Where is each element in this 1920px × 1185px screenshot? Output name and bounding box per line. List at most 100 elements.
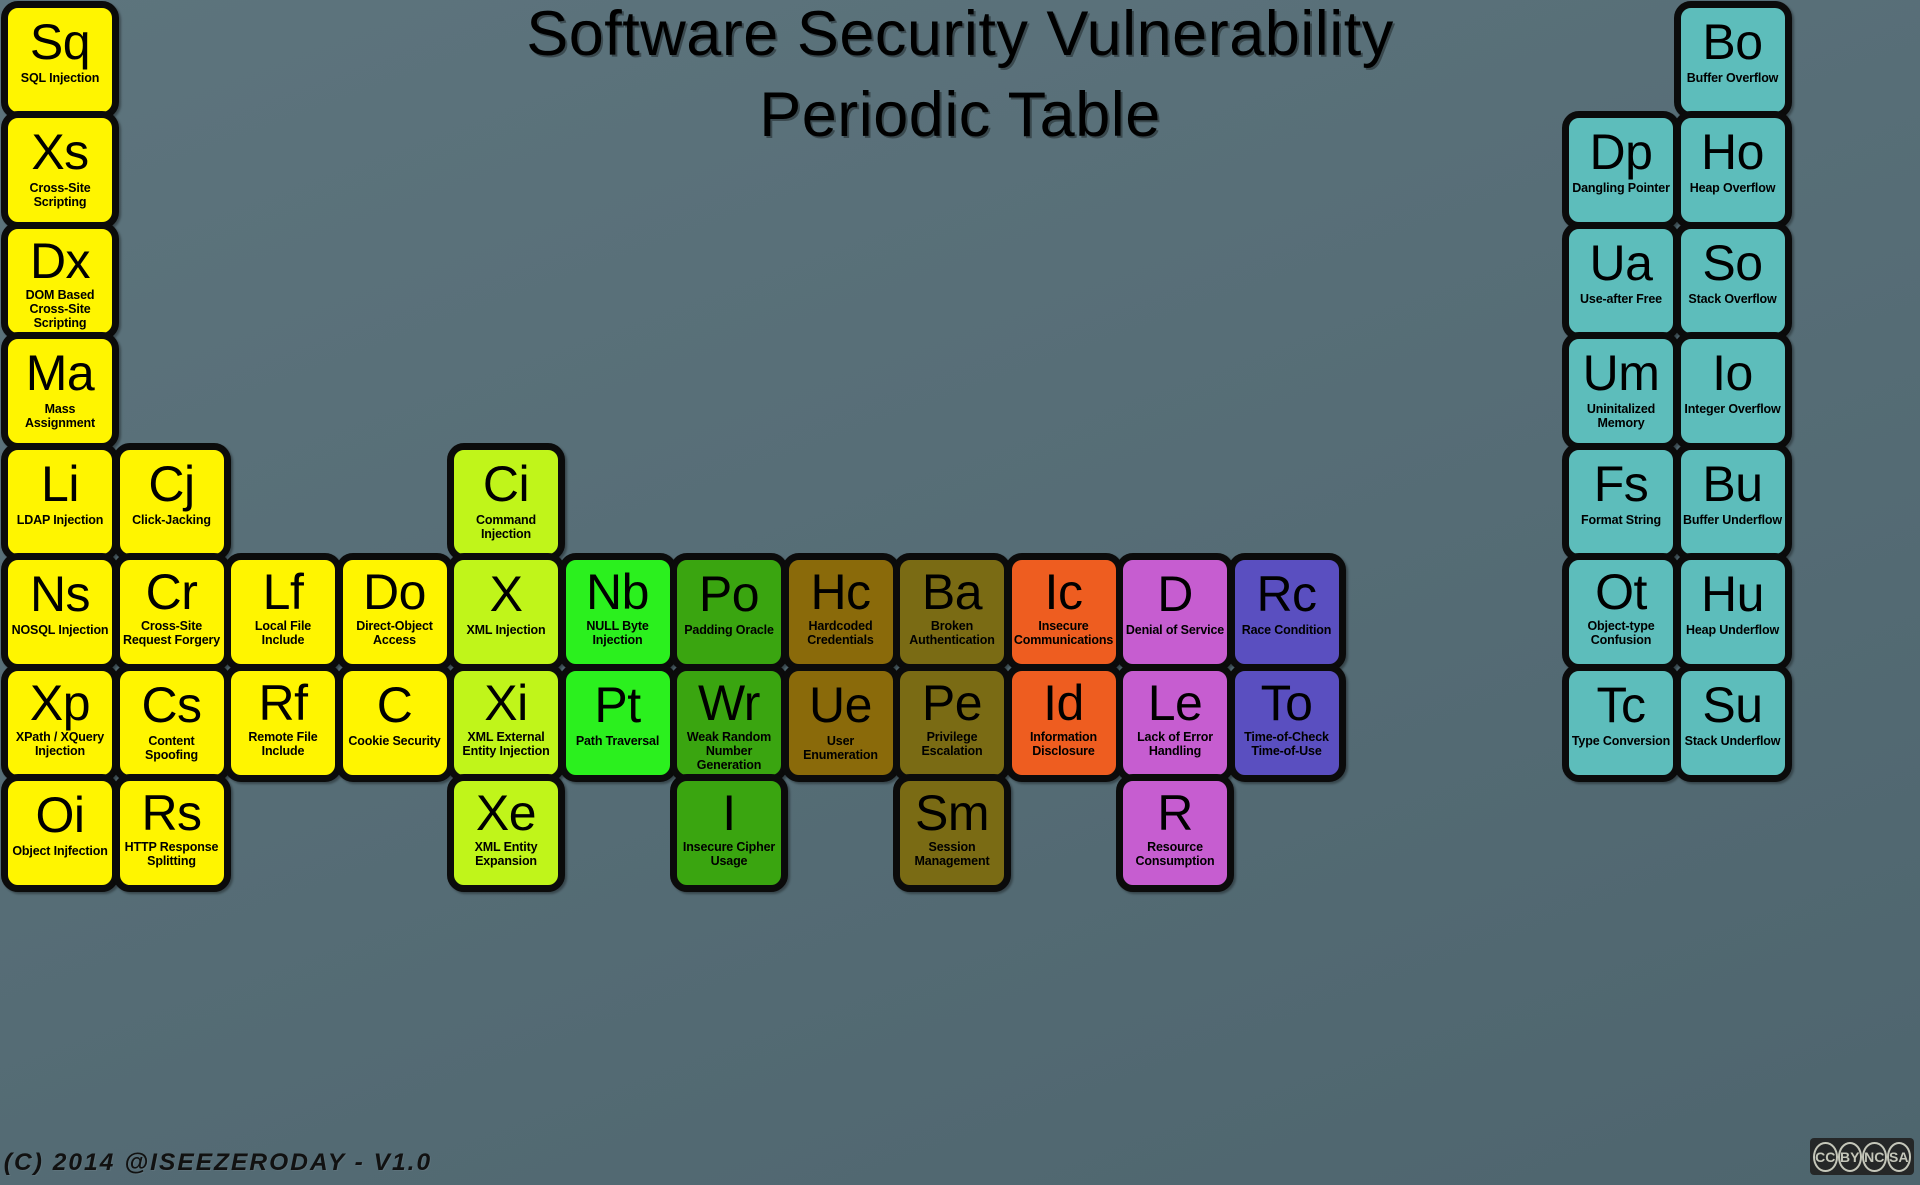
element-cell-tc[interactable]: Tc Type Conversion bbox=[1562, 663, 1680, 782]
element-cell-cr[interactable]: Cr Cross-Site Request Forgery bbox=[112, 553, 231, 671]
element-cell-ma[interactable]: Ma Mass Assignment bbox=[1, 332, 119, 450]
element-name: Information Disclosure bbox=[1029, 729, 1098, 758]
element-cell-ua[interactable]: Ua Use-after Free bbox=[1562, 221, 1680, 340]
element-cell-ho[interactable]: Ho Heap Overflow bbox=[1673, 111, 1792, 229]
element-name: Hardcoded Credentials bbox=[807, 619, 874, 647]
element-cell-xe[interactable]: Xe XML Entity Expansion bbox=[447, 774, 565, 892]
element-symbol: Pe bbox=[921, 674, 983, 731]
element-cell-rc[interactable]: Rc Race Condition bbox=[1227, 553, 1346, 671]
element-name: Padding Oracle bbox=[684, 623, 774, 637]
element-name: XPath / XQuery Injection bbox=[15, 729, 105, 758]
element-cell-pt[interactable]: Pt Path Traversal bbox=[558, 663, 677, 782]
element-cell-su[interactable]: Su Stack Underflow bbox=[1673, 663, 1792, 782]
element-name: Command Injection bbox=[475, 512, 537, 541]
element-cell-rs[interactable]: Rs HTTP Response Splitting bbox=[112, 774, 231, 892]
element-symbol: Xs bbox=[31, 124, 89, 180]
element-cell-do[interactable]: Do Direct-Object Access bbox=[335, 553, 454, 671]
element-symbol: Dx bbox=[29, 232, 91, 289]
element-symbol: X bbox=[489, 566, 523, 622]
element-name: Type Conversion bbox=[1571, 733, 1671, 748]
element-cell-li[interactable]: Li LDAP Injection bbox=[1, 442, 119, 561]
element-cell-wr[interactable]: Wr Weak Random Number Generation bbox=[670, 663, 788, 782]
element-cell-to[interactable]: To Time-of-Check Time-of-Use bbox=[1227, 663, 1346, 782]
element-cell-xi[interactable]: Xi XML External Entity Injection bbox=[447, 663, 565, 782]
element-cell-rf[interactable]: Rf Remote File Include bbox=[224, 663, 342, 782]
element-cell-cs[interactable]: Cs Content Spoofing bbox=[112, 663, 231, 782]
element-symbol: Xi bbox=[484, 674, 528, 731]
element-name: Cookie Security bbox=[348, 733, 441, 748]
element-symbol: Ma bbox=[25, 345, 95, 401]
element-symbol: R bbox=[1157, 785, 1193, 841]
element-cell-sq[interactable]: Sq SQL Injection bbox=[1, 0, 119, 119]
element-cell-oi[interactable]: Oi Object Injfection bbox=[1, 774, 119, 892]
element-symbol: Sm bbox=[915, 785, 990, 841]
element-cell-um[interactable]: Um Uninitalized Memory bbox=[1562, 332, 1680, 450]
element-cell-xp[interactable]: Xp XPath / XQuery Injection bbox=[1, 663, 119, 782]
element-cell-le[interactable]: Le Lack of Error Handling bbox=[1116, 663, 1234, 782]
element-cell-i[interactable]: I Insecure Cipher Usage bbox=[670, 774, 788, 892]
element-cell-x[interactable]: X XML Injection bbox=[447, 553, 565, 671]
element-cell-sm[interactable]: Sm Session Management bbox=[893, 774, 1011, 892]
element-cell-lf[interactable]: Lf Local File Include bbox=[224, 553, 342, 671]
cc-glyph-cc-icon: CC bbox=[1813, 1141, 1838, 1172]
element-name: SQL Injection bbox=[20, 70, 100, 85]
element-name: Denial of Service bbox=[1125, 623, 1225, 637]
element-cell-hc[interactable]: Hc Hardcoded Credentials bbox=[781, 553, 900, 671]
element-cell-ic[interactable]: Ic Insecure Communications bbox=[1004, 553, 1123, 671]
element-symbol: Xp bbox=[29, 674, 91, 731]
periodic-table-grid: Sq SQL Injection Bo Buffer Overflow Xs Cross-… bbox=[0, 0, 1920, 1100]
element-cell-dp[interactable]: Dp Dangling Pointer bbox=[1562, 111, 1680, 229]
element-cell-pe[interactable]: Pe Privilege Escalation bbox=[893, 663, 1011, 782]
element-cell-cj[interactable]: Cj Click-Jacking bbox=[112, 442, 231, 561]
element-name: Buffer Overflow bbox=[1686, 70, 1779, 85]
element-symbol: Lf bbox=[262, 564, 304, 620]
element-symbol: Ci bbox=[482, 455, 530, 512]
element-symbol: Li bbox=[41, 455, 79, 512]
element-name: Session Management bbox=[914, 840, 990, 868]
element-cell-fs[interactable]: Fs Format String bbox=[1562, 442, 1680, 561]
element-name: NULL Byte Injection bbox=[586, 619, 649, 647]
element-cell-po[interactable]: Po Padding Oracle bbox=[670, 553, 788, 671]
cc-glyph-nc-icon: NC bbox=[1862, 1141, 1887, 1172]
element-symbol: Ue bbox=[809, 676, 872, 733]
element-cell-hu[interactable]: Hu Heap Underflow bbox=[1673, 553, 1792, 671]
element-cell-io[interactable]: Io Integer Overflow bbox=[1673, 332, 1792, 450]
element-symbol: Ho bbox=[1701, 124, 1764, 180]
element-cell-r[interactable]: R Resource Consumption bbox=[1116, 774, 1234, 892]
element-name: Insecure Communications bbox=[1013, 619, 1114, 647]
element-cell-so[interactable]: So Stack Overflow bbox=[1673, 221, 1792, 340]
element-symbol: Sq bbox=[29, 13, 91, 70]
element-symbol: Pt bbox=[594, 676, 641, 733]
element-symbol: Ns bbox=[29, 566, 91, 622]
element-cell-ns[interactable]: Ns NOSQL Injection bbox=[1, 553, 119, 671]
element-cell-bu[interactable]: Bu Buffer Underflow bbox=[1673, 442, 1792, 561]
element-symbol: Nb bbox=[586, 564, 649, 620]
element-cell-d[interactable]: D Denial of Service bbox=[1116, 553, 1234, 671]
element-symbol: Cs bbox=[141, 676, 202, 733]
element-symbol: Fs bbox=[1593, 455, 1649, 512]
element-cell-dx[interactable]: Dx DOM Based Cross-Site Scripting bbox=[1, 221, 119, 340]
element-cell-ci[interactable]: Ci Command Injection bbox=[447, 442, 565, 561]
element-symbol: Xe bbox=[475, 785, 537, 841]
element-symbol: Cj bbox=[148, 455, 195, 512]
element-name: Object Injfection bbox=[12, 844, 108, 858]
element-name: Time-of-Check Time-of-Use bbox=[1244, 729, 1329, 758]
element-cell-ba[interactable]: Ba Broken Authentication bbox=[893, 553, 1011, 671]
element-name: Insecure Cipher Usage bbox=[682, 840, 776, 868]
element-name: Format String bbox=[1581, 512, 1661, 527]
element-symbol: Rs bbox=[141, 785, 202, 841]
element-symbol: Ot bbox=[1595, 564, 1647, 620]
element-cell-nb[interactable]: Nb NULL Byte Injection bbox=[558, 553, 677, 671]
element-cell-ue[interactable]: Ue User Enumeration bbox=[781, 663, 900, 782]
element-symbol: Id bbox=[1043, 674, 1084, 731]
element-symbol: Cr bbox=[145, 564, 198, 620]
element-symbol: Ba bbox=[921, 564, 983, 620]
element-name: Buffer Underflow bbox=[1683, 512, 1782, 527]
element-name: XML Injection bbox=[466, 623, 546, 637]
element-cell-bo[interactable]: Bo Buffer Overflow bbox=[1673, 0, 1792, 119]
element-cell-ot[interactable]: Ot Object-type Confusion bbox=[1562, 553, 1680, 671]
element-cell-c[interactable]: C Cookie Security bbox=[335, 663, 454, 782]
element-name: Click-Jacking bbox=[132, 512, 211, 527]
element-cell-id[interactable]: Id Information Disclosure bbox=[1004, 663, 1123, 782]
element-cell-xs[interactable]: Xs Cross-Site Scripting bbox=[1, 111, 119, 229]
